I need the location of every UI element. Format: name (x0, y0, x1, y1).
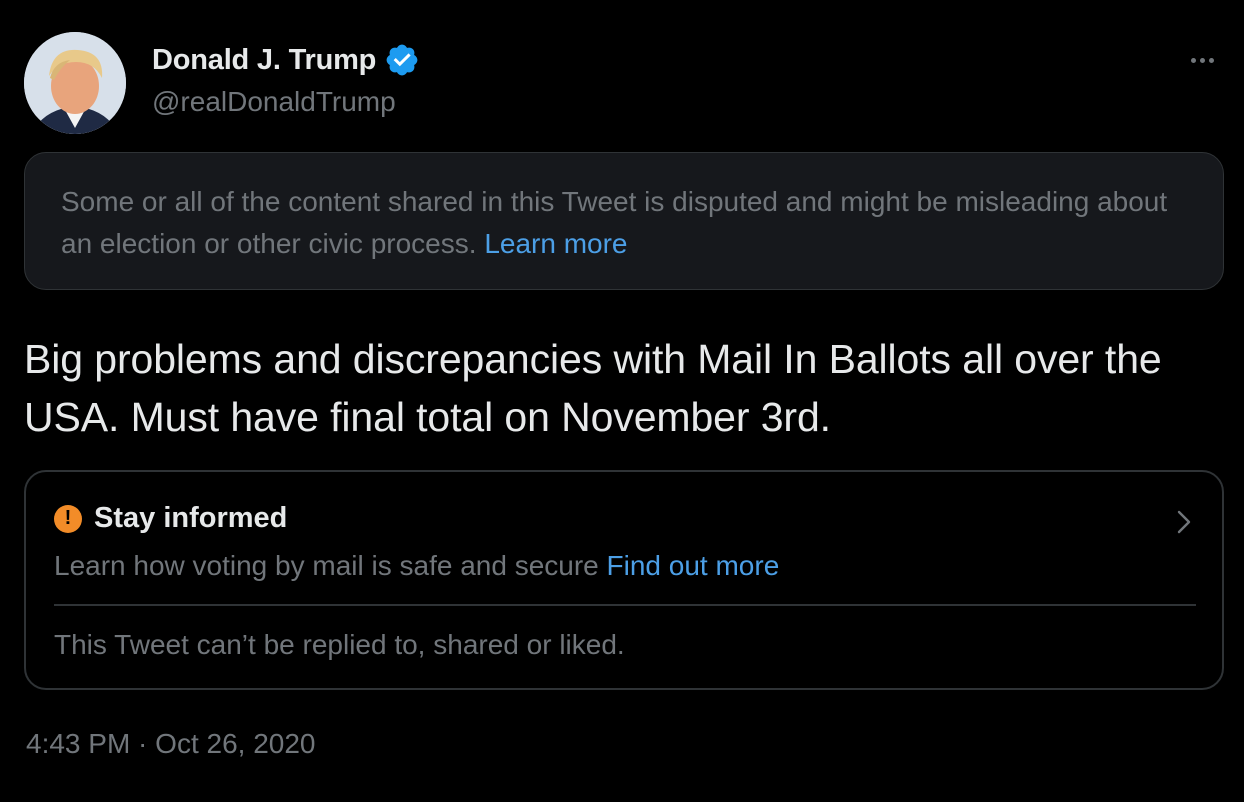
tweet-body: Big problems and discrepancies with Mail… (24, 336, 1162, 440)
more-options-icon (1190, 57, 1196, 63)
stay-informed-description: Learn how voting by mail is safe and sec… (54, 550, 599, 581)
more-options-button[interactable] (1182, 44, 1222, 76)
dispute-notice: Some or all of the content shared in thi… (24, 152, 1224, 290)
tweet-timestamp[interactable]: 4:43 PM · Oct 26, 2020 (26, 728, 316, 760)
more-options-icon-dot (1208, 57, 1214, 63)
stay-informed-card[interactable]: ! Stay informed Learn how voting by mail… (24, 470, 1224, 690)
avatar-image (24, 32, 126, 134)
learn-more-link[interactable]: Learn more (484, 228, 627, 259)
more-options-icon-dot (1199, 57, 1205, 63)
author-display-name[interactable]: Donald J. Trump (152, 44, 376, 77)
reply-restriction-notice: This Tweet can’t be replied to, shared o… (54, 629, 625, 660)
stay-informed-header: ! Stay informed (54, 502, 287, 535)
verified-badge-icon (386, 44, 418, 76)
author-handle[interactable]: @realDonaldTrump (152, 86, 396, 118)
avatar[interactable] (24, 32, 126, 134)
alert-icon: ! (54, 504, 82, 533)
author-name-row[interactable]: Donald J. Trump (152, 42, 420, 78)
card-divider (54, 604, 1196, 606)
find-out-more-link[interactable]: Find out more (607, 550, 780, 581)
chevron-right-icon (1177, 510, 1191, 534)
stay-informed-title: Stay informed (94, 502, 288, 534)
stay-informed-description-row: Learn how voting by mail is safe and sec… (54, 548, 779, 584)
